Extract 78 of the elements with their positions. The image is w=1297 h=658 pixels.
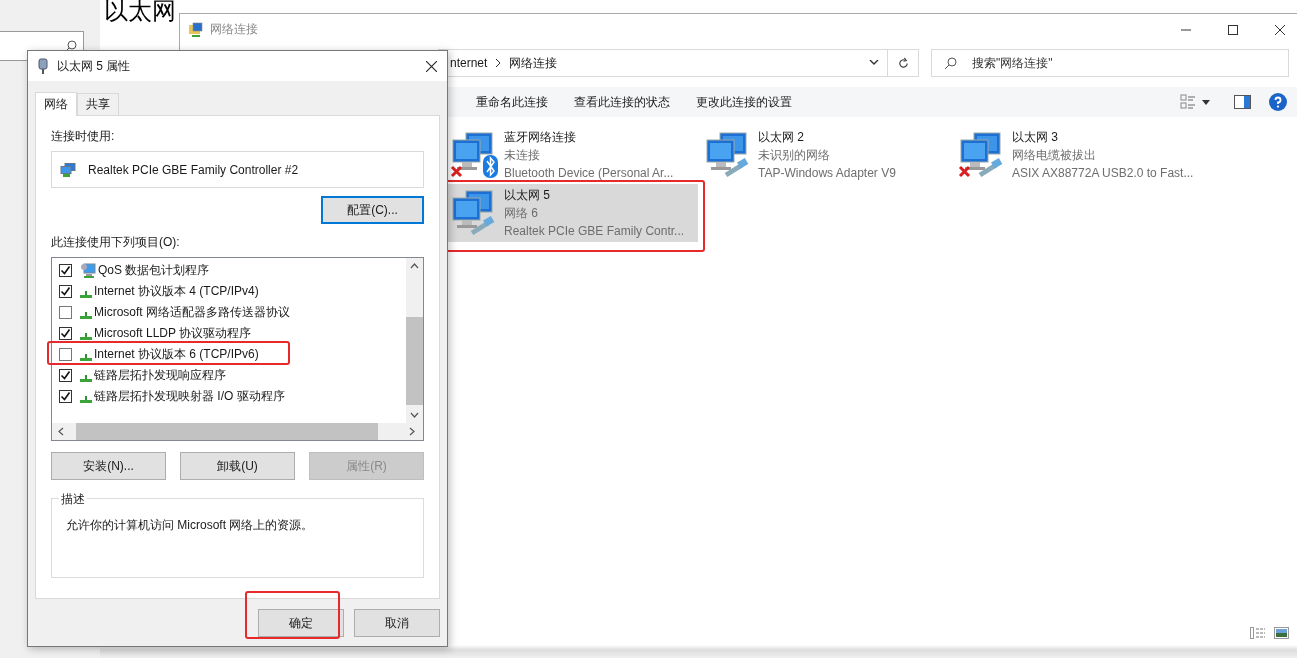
component-name[interactable]: 链路层拓扑发现响应程序	[94, 367, 226, 384]
tab[interactable]: 共享	[77, 93, 119, 115]
device-name: TAP-Windows Adapter V9	[758, 165, 896, 182]
dialog-title: 以太网 5 属性	[57, 57, 131, 75]
checkbox[interactable]	[59, 285, 72, 298]
search-icon	[944, 57, 957, 70]
scroll-down-icon[interactable]	[410, 412, 419, 418]
address-bar[interactable]: nternet 网络连接	[438, 49, 888, 77]
connection-item[interactable]: 以太网 2 未识别的网络 TAP-Windows Adapter V9	[698, 126, 952, 184]
close-icon[interactable]	[1275, 24, 1285, 35]
action-button[interactable]: 卸载(U)	[180, 452, 295, 480]
connection-status: 未识别的网络	[758, 147, 831, 164]
protocol-icon	[80, 312, 92, 319]
protocol-icon	[80, 375, 92, 382]
refresh-button[interactable]	[888, 49, 919, 77]
checkbox[interactable]	[59, 348, 72, 361]
connection-status: 未连接	[504, 147, 541, 164]
refresh-icon	[896, 56, 910, 70]
component-name[interactable]: QoS 数据包计划程序	[98, 262, 210, 279]
service-icon	[80, 262, 96, 279]
horizontal-scrollbar[interactable]	[52, 423, 423, 440]
tab[interactable]: 网络	[35, 92, 77, 116]
toolbar-button[interactable]: 更改此连接的设置	[690, 93, 798, 111]
checkbox[interactable]	[59, 369, 72, 382]
search-icon	[65, 40, 77, 52]
protocol-icon	[80, 291, 92, 298]
device-name: Bluetooth Device (Personal Ar...	[504, 165, 674, 182]
device-name: ASIX AX88772A USB2.0 to Fast...	[1012, 165, 1194, 182]
breadcrumb[interactable]: 网络连接	[509, 54, 558, 72]
action-button[interactable]: 安装(N)...	[51, 452, 166, 480]
dropdown-icon[interactable]	[869, 60, 879, 66]
page-heading: 以太网	[104, 0, 176, 24]
connection-status: 网络 6	[504, 205, 539, 222]
field-label: 此连接使用下列项目(O):	[51, 234, 181, 250]
preview-pane-icon[interactable]	[1234, 95, 1251, 109]
checkbox[interactable]	[59, 390, 72, 403]
toolbar-button[interactable]: 重命名此连接	[470, 93, 554, 111]
connection-status: 网络电缆被拔出	[1012, 147, 1097, 164]
description-text: 允许你的计算机访问 Microsoft 网络上的资源。	[66, 518, 314, 532]
scroll-left-icon[interactable]	[58, 427, 64, 436]
toolbar-button[interactable]: 查看此连接的状态	[568, 93, 676, 111]
details-view-icon[interactable]	[1250, 627, 1266, 639]
chevron-right-icon	[495, 59, 502, 67]
protocol-icon	[80, 354, 92, 361]
breadcrumb[interactable]: nternet	[450, 56, 488, 70]
connection-name: 以太网 5	[504, 187, 551, 204]
group-title: 描述	[59, 491, 87, 508]
protocol-icon	[80, 396, 92, 403]
scroll-up-icon[interactable]	[410, 263, 419, 269]
field-label: 连接时使用:	[51, 128, 116, 144]
network-folder-icon	[188, 21, 204, 38]
component-name[interactable]: 链路层拓扑发现映射器 I/O 驱动程序	[94, 388, 285, 405]
large-icons-view-icon[interactable]	[1274, 627, 1289, 639]
device-name: Realtek PCIe GBE Family Contr...	[504, 223, 685, 240]
component-name[interactable]: Internet 协议版本 6 (TCP/IPv6)	[94, 346, 259, 363]
help-icon[interactable]	[1269, 93, 1287, 111]
connection-name: 蓝牙网络连接	[504, 129, 577, 146]
connection-item[interactable]: 以太网 3 网络电缆被拔出 ASIX AX88772A USB2.0 to Fast...	[952, 126, 1206, 184]
connection-name: 以太网 2	[758, 129, 805, 146]
connection-item[interactable]: 蓝牙网络连接 未连接 Bluetooth Device (Personal Ar...	[444, 126, 698, 184]
window-title: 网络连接	[210, 21, 258, 38]
protocol-icon	[80, 333, 92, 340]
checkbox[interactable]	[59, 306, 72, 319]
checkbox[interactable]	[59, 264, 72, 277]
ok-button[interactable]: 确定	[258, 609, 344, 637]
checkbox[interactable]	[59, 327, 72, 340]
close-icon[interactable]	[426, 60, 437, 72]
scroll-right-icon[interactable]	[409, 427, 415, 436]
dropdown-icon[interactable]	[1202, 99, 1210, 105]
component-name[interactable]: Microsoft 网络适配器多路传送器协议	[94, 304, 290, 321]
component-name[interactable]: Internet 协议版本 4 (TCP/IPv4)	[94, 283, 259, 300]
cancel-button[interactable]: 取消	[354, 609, 440, 637]
configure-button[interactable]: 配置(C)...	[321, 196, 424, 224]
adapter-name: Realtek PCIe GBE Family Controller #2	[88, 162, 299, 177]
component-name[interactable]: Microsoft LLDP 协议驱动程序	[94, 325, 252, 342]
vertical-scrollbar[interactable]	[406, 258, 423, 423]
connection-name: 以太网 3	[1012, 129, 1059, 146]
maximize-icon[interactable]	[1228, 24, 1238, 35]
